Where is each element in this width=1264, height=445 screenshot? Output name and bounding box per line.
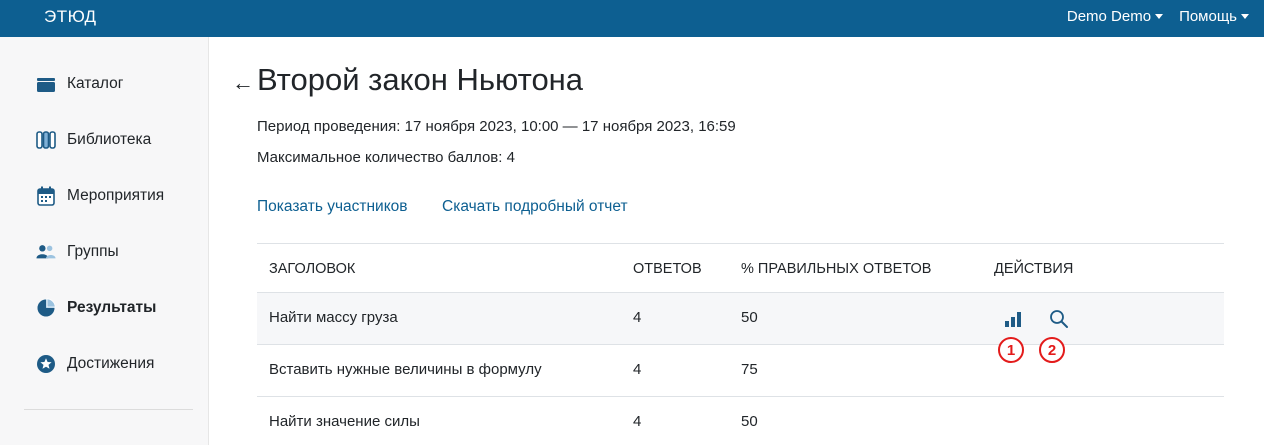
table-row: Найти значение силы 4 50 [257,397,1224,445]
caret-down-icon [1155,14,1164,19]
user-menu-label: Demo Demo [1066,8,1152,25]
pie-chart-icon [36,298,56,318]
sidebar: Каталог Библиотека Мероприятия Группы Ре… [0,37,209,445]
row-title: Найти значение силы [269,413,420,430]
sidebar-item-label: Группы [67,243,119,260]
sidebar-item-label: Мероприятия [67,187,165,204]
column-header-title: Заголовок [269,261,356,277]
table-row: Вставить нужные величины в формулу 4 75 [257,345,1224,397]
sidebar-item-label: Каталог [67,75,124,92]
annotation-badge-2: 2 [1039,337,1065,363]
top-nav: Demo Demo Помощь [1067,8,1249,25]
column-header-percent: % правильных ответов [741,261,932,277]
event-period: Период проведения: 17 ноября 2023, 10:00… [257,118,736,135]
star-icon [36,354,56,374]
sidebar-item-library[interactable]: Библиотека [36,125,151,155]
help-menu-label: Помощь [1179,8,1237,25]
caret-down-icon [1241,14,1249,19]
logo[interactable]: ЭТЮД [44,7,97,27]
sidebar-item-achievements[interactable]: Достижения [36,349,154,379]
download-report-link[interactable]: Скачать подробный отчет [442,198,628,216]
search-icon[interactable] [1047,307,1071,331]
table-header: Заголовок Ответов % правильных ответов Д… [257,243,1224,293]
row-percent: 50 [741,309,758,326]
results-table: Заголовок Ответов % правильных ответов Д… [257,243,1224,445]
sidebar-item-groups[interactable]: Группы [36,237,119,267]
back-arrow-icon[interactable]: ← [232,70,254,96]
sidebar-item-results[interactable]: Результаты [36,293,156,323]
row-answers: 4 [633,361,642,378]
row-title: Вставить нужные величины в формулу [269,361,542,378]
catalog-icon [36,74,56,94]
column-header-actions: Действия [994,261,1074,277]
row-answers: 4 [633,413,642,430]
logo-text: ЭТЮД [44,7,97,26]
help-menu-dropdown[interactable]: Помощь [1179,8,1249,25]
row-percent: 75 [741,361,758,378]
row-answers: 4 [633,309,642,326]
row-percent: 50 [741,413,758,430]
sidebar-item-label: Результаты [67,299,157,316]
sidebar-divider [24,409,193,410]
show-participants-link[interactable]: Показать участников [257,198,408,216]
user-menu-dropdown[interactable]: Demo Demo [1066,8,1164,25]
sidebar-item-label: Достижения [67,355,155,372]
row-title: Найти массу груза [269,309,398,326]
sidebar-item-label: Библиотека [67,131,152,148]
annotation-badge-1: 1 [998,337,1024,363]
sidebar-item-events[interactable]: Мероприятия [36,181,164,211]
statistics-bar-chart-icon[interactable] [1001,307,1025,331]
max-score: Максимальное количество баллов: 4 [257,149,515,166]
calendar-icon [36,186,56,206]
row-actions [1001,307,1071,331]
page-title: Второй закон Ньютона [257,62,584,97]
table-row: Найти массу груза 4 50 [257,293,1224,345]
users-icon [36,242,56,262]
top-navbar: ЭТЮД Demo Demo Помощь [0,0,1264,37]
library-icon [36,130,56,150]
sidebar-item-catalog[interactable]: Каталог [36,69,123,99]
column-header-answers: Ответов [633,261,702,277]
